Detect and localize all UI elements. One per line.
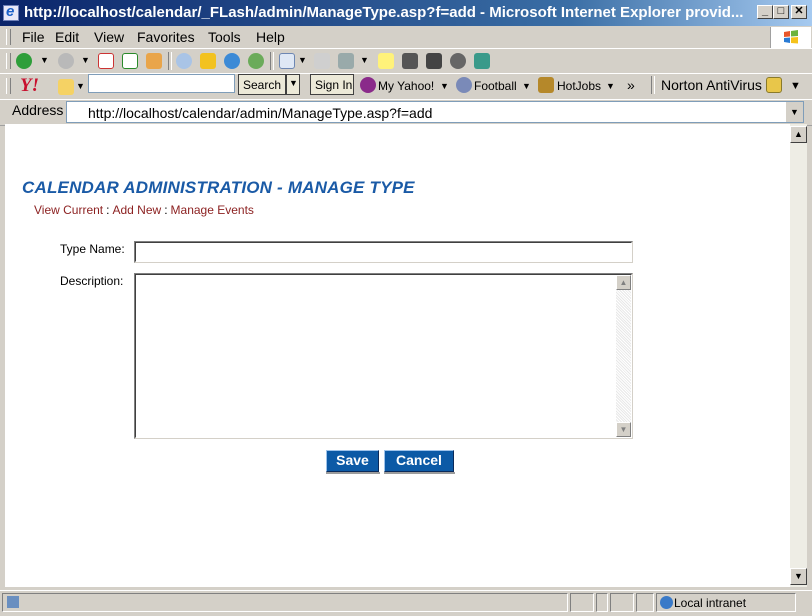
yahoo-search-button[interactable]: Search [238,74,286,95]
windows-flag-icon [784,30,798,44]
cancel-button[interactable]: Cancel [384,450,455,474]
toolbar-separator [168,52,172,70]
type-name-field[interactable] [134,241,633,263]
my-yahoo-link[interactable]: My Yahoo! [378,79,434,93]
hotjobs-dropdown-icon[interactable]: ▼ [606,81,615,91]
tools-icon[interactable] [474,53,490,69]
yahoo-logo[interactable]: Y! [20,75,39,97]
hotjobs-icon [538,77,554,93]
window-title: http://localhost/calendar/_FLash/admin/M… [24,4,744,21]
page-scrollbar[interactable]: ▲ ▼ [790,124,807,587]
standard-toolbar: ▼ ▼ ▼ ▼ [0,48,812,74]
edit-dropdown-icon[interactable]: ▼ [360,55,369,65]
mail-dropdown-icon[interactable]: ▼ [298,55,307,65]
window-title-bar: http://localhost/calendar/_FLash/admin/M… [0,0,812,26]
zone-text: Local intranet [674,596,747,610]
research-icon[interactable] [402,53,418,69]
home-icon[interactable] [146,53,162,69]
status-message-pane [2,593,568,612]
intranet-icon [660,596,673,609]
maximize-button[interactable]: □ [773,5,789,19]
scroll-up-icon[interactable]: ▲ [790,126,807,143]
ie-icon [3,3,19,21]
history-icon[interactable] [248,53,264,69]
favorites-star-icon[interactable] [200,53,216,69]
search-icon[interactable] [176,53,192,69]
football-dropdown-icon[interactable]: ▼ [522,81,531,91]
page-title: CALENDAR ADMINISTRATION - MANAGE TYPE [22,178,415,197]
refresh-icon[interactable] [122,53,138,69]
page-status-icon [7,596,19,608]
my-yahoo-icon [360,77,376,93]
toolbar-grip [6,53,11,69]
football-icon [456,77,472,93]
print-icon[interactable] [314,53,330,69]
football-link[interactable]: Football [474,79,517,93]
sign-in-button[interactable]: Sign In [310,74,354,95]
chat-icon[interactable] [450,53,466,69]
menu-bar: File Edit View Favorites Tools Help [0,26,812,49]
status-pane [596,593,608,612]
save-button[interactable]: Save [326,450,380,474]
status-pane [570,593,594,612]
mail-icon[interactable] [279,53,295,69]
menu-grip [6,29,11,45]
norton-antivirus-label[interactable]: Norton AntiVirus [661,77,762,93]
pencil-icon[interactable] [58,79,74,95]
address-input[interactable]: http://localhost/calendar/admin/ManageTy… [66,101,804,123]
page-content: CALENDAR ADMINISTRATION - MANAGE TYPE Vi… [5,124,790,587]
admin-nav: View Current: Add New: Manage Events [34,203,254,217]
messenger-icon[interactable] [426,53,442,69]
close-button[interactable]: ✕ [791,5,807,19]
norton-icon[interactable] [766,77,782,93]
status-bar: Local intranet [0,590,812,616]
nav-divider: : [164,203,168,217]
menu-tools[interactable]: Tools [208,29,241,45]
hotjobs-link[interactable]: HotJobs [557,79,601,93]
media-icon[interactable] [224,53,240,69]
windows-logo [770,27,811,48]
scroll-down-icon[interactable]: ▼ [790,568,807,585]
forward-dropdown-icon[interactable]: ▼ [81,55,90,65]
description-label: Description: [60,274,124,288]
menu-help[interactable]: Help [256,29,285,45]
toolbar-separator [270,52,274,70]
type-name-label: Type Name: [60,242,125,256]
menu-edit[interactable]: Edit [55,29,79,45]
view-current-link[interactable]: View Current [34,203,103,217]
description-field[interactable]: ▲ ▼ [134,273,633,439]
norton-dropdown-icon[interactable]: ▼ [790,80,801,92]
manage-events-link[interactable]: Manage Events [171,203,254,217]
address-label: Address [12,102,64,118]
toolbar-grip [6,78,11,94]
page-icon [70,105,84,119]
nav-divider: : [106,203,110,217]
back-dropdown-icon[interactable]: ▼ [40,55,49,65]
add-new-link[interactable]: Add New [112,203,161,217]
address-dropdown-icon[interactable]: ▼ [785,102,803,122]
yahoo-search-input[interactable] [88,74,235,93]
more-chevron[interactable]: » [627,77,635,93]
toolbar-separator [651,76,655,94]
description-scrollbar[interactable]: ▲ ▼ [616,275,631,437]
menu-file[interactable]: File [22,29,45,45]
address-url[interactable]: http://localhost/calendar/admin/ManageTy… [88,105,432,121]
status-pane [610,593,634,612]
menu-favorites[interactable]: Favorites [137,29,195,45]
forward-icon[interactable] [58,53,74,69]
stop-icon[interactable] [98,53,114,69]
scroll-down-icon[interactable]: ▼ [616,422,631,437]
discuss-icon[interactable] [378,53,394,69]
my-yahoo-dropdown-icon[interactable]: ▼ [440,81,449,91]
minimize-button[interactable]: _ [757,5,773,19]
back-icon[interactable] [16,53,32,69]
menu-view[interactable]: View [94,29,124,45]
search-dropdown-icon[interactable]: ▼ [286,74,300,95]
edit-icon[interactable] [338,53,354,69]
scroll-up-icon[interactable]: ▲ [616,275,631,290]
status-pane [636,593,654,612]
pencil-dropdown-icon[interactable]: ▼ [76,81,85,91]
